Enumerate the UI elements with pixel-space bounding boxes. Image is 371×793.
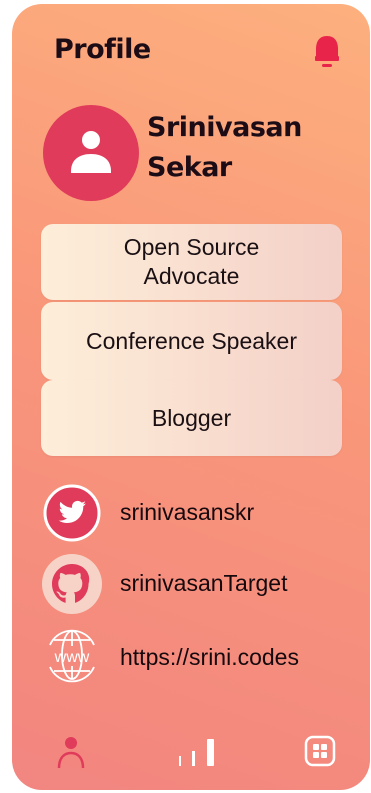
globe-www-icon[interactable]: www <box>42 625 102 685</box>
tag-label-line2: Advocate <box>143 263 240 289</box>
apps-grid-icon[interactable] <box>303 734 337 773</box>
tag-open-source-advocate[interactable]: Open Source Advocate <box>41 224 342 300</box>
tag-label: Conference Speaker <box>86 327 297 354</box>
tag-label-line1: Open Source <box>123 234 260 260</box>
stats-icon[interactable] <box>177 734 217 775</box>
tag-blogger[interactable]: Blogger <box>41 380 342 456</box>
last-name: Sekar <box>147 152 232 183</box>
github-icon[interactable] <box>42 554 102 614</box>
tag-label: Blogger <box>151 404 232 431</box>
profile-screen: Profile Srinivasan Sekar Open Source Adv… <box>12 4 370 790</box>
profile-icon[interactable] <box>53 734 89 775</box>
svg-text:www: www <box>54 649 90 666</box>
user-icon <box>71 131 111 173</box>
page-title: Profile <box>54 34 151 65</box>
first-name: Srinivasan <box>147 112 302 143</box>
twitter-icon[interactable] <box>42 483 102 543</box>
tag-conference-speaker[interactable]: Conference Speaker <box>41 302 342 380</box>
bell-icon[interactable] <box>313 34 341 72</box>
website-link[interactable]: https://srini.codes <box>120 644 299 671</box>
avatar[interactable] <box>43 105 139 201</box>
twitter-handle[interactable]: srinivasanskr <box>120 499 254 526</box>
profile-name: Srinivasan Sekar <box>147 108 347 188</box>
github-handle[interactable]: srinivasanTarget <box>120 570 287 597</box>
